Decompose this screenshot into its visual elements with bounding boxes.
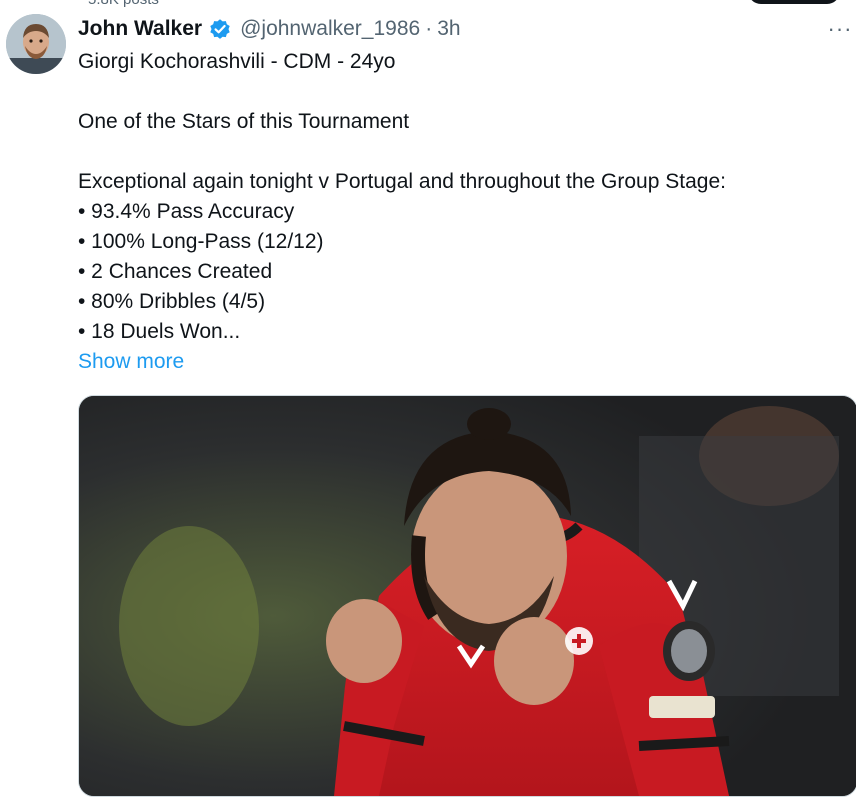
tweet-text: Giorgi Kochorashvili - CDM - 24yo One of…	[78, 47, 838, 377]
tweet-line: Exceptional again tonight v Portugal and…	[78, 170, 726, 193]
author-handle[interactable]: @johnwalker_1986	[240, 17, 420, 41]
author-avatar[interactable]	[6, 14, 66, 74]
tweet-timestamp[interactable]: 3h	[437, 17, 460, 41]
tweet-media-photo[interactable]	[78, 395, 856, 797]
show-more-link[interactable]: Show more	[78, 347, 838, 377]
more-icon[interactable]: ···	[824, 16, 856, 41]
tweet-line: Giorgi Kochorashvili - CDM - 24yo	[78, 50, 396, 73]
tweet-line: • 93.4% Pass Accuracy	[78, 200, 295, 223]
tweet-line: • 80% Dribbles (4/5)	[78, 290, 266, 313]
header-separator: ·	[425, 17, 433, 40]
follow-button-partial[interactable]	[748, 0, 840, 4]
tweet-line: • 100% Long-Pass (12/12)	[78, 230, 324, 253]
tweet-line: • 2 Chances Created	[78, 260, 273, 283]
tweet-line	[78, 77, 838, 107]
tweet-line	[78, 137, 838, 167]
author-name[interactable]: John Walker	[78, 17, 202, 41]
verified-badge-icon[interactable]	[208, 17, 232, 41]
previous-post-stats: 5.8K posts	[88, 0, 159, 8]
tweet-line: • 18 Duels Won...	[78, 320, 241, 343]
tweet-header: John Walker @johnwalker_1986 · 3h	[78, 15, 461, 43]
tweet-line: One of the Stars of this Tournament	[78, 110, 410, 133]
